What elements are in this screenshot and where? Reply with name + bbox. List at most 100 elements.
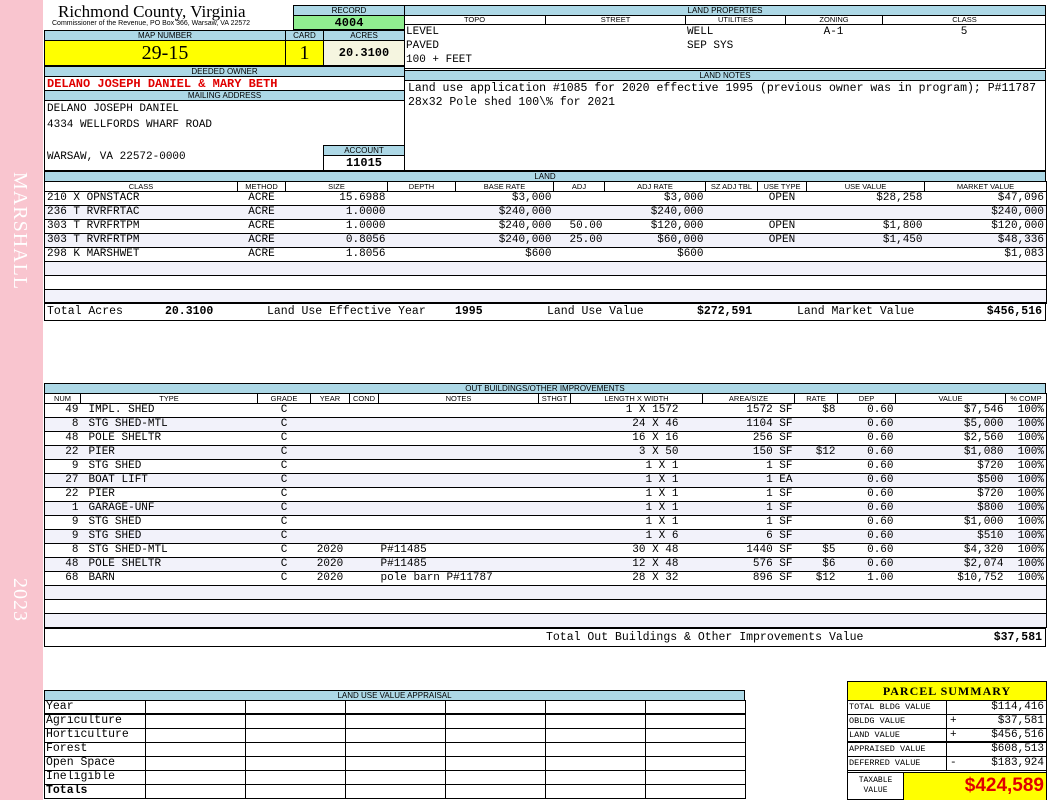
table-cell [378, 515, 539, 530]
land-use-cell [445, 769, 546, 785]
land-use-cell [545, 755, 646, 771]
table-cell [349, 473, 379, 488]
column-header: DEPTH [387, 181, 456, 192]
acres-value: 20.3100 [323, 40, 405, 66]
column-header: USE VALUE [806, 181, 925, 192]
table-cell [349, 599, 379, 614]
land-use-cell [145, 713, 246, 729]
table-cell: $1,450 [806, 233, 925, 248]
land-use-cell [145, 727, 246, 743]
summary-value: $183,924 [991, 757, 1044, 769]
table-cell: 1 SF [702, 459, 795, 474]
table-cell: 0.60 [837, 417, 896, 432]
land-use-cell [345, 727, 446, 743]
table-cell: 3 X 50 [570, 445, 703, 460]
table-cell: $1,000 [895, 515, 1006, 530]
land-market-value: $456,516 [986, 305, 1042, 318]
table-cell [349, 459, 379, 474]
table-cell: $1,080 [895, 445, 1006, 460]
table-cell [285, 275, 388, 290]
table-cell: $240,000 [455, 233, 554, 248]
table-cell: 1.0000 [285, 205, 388, 220]
table-cell: 30 X 48 [570, 543, 703, 558]
land-use-year-value: 1995 [455, 305, 483, 318]
table-cell: 2020 [310, 543, 350, 558]
land-use-cell [445, 727, 546, 743]
table-row: 303 T RVRFRTPM ACRE 0.8056 $240,000 25.00 $60… [44, 233, 1047, 248]
table-cell: 0.60 [837, 445, 896, 460]
table-cell [44, 585, 81, 600]
table-cell [895, 585, 1006, 600]
column-header: GRADE [257, 393, 311, 404]
column-header: USE TYPE [757, 181, 807, 192]
deeded-owner-value: DELANO JOSEPH DANIEL & MARY BETH [44, 76, 405, 91]
table-cell [1005, 613, 1047, 628]
table-cell: POLE SHELTR [80, 557, 258, 572]
table-cell: 2020 [310, 557, 350, 572]
table-cell: BOAT LIFT [80, 473, 258, 488]
table-cell [257, 599, 311, 614]
table-cell: $2,074 [895, 557, 1006, 572]
table-cell: $3,000 [604, 191, 706, 206]
table-cell: 1440 SF [702, 543, 795, 558]
table-cell: 9 [44, 529, 81, 544]
table-cell: 100% [1005, 403, 1047, 418]
table-cell: C [257, 403, 311, 418]
land-totals: Total Acres 20.3100 Land Use Effective Y… [44, 302, 1046, 321]
land-use-cell [645, 713, 746, 729]
table-cell [1005, 599, 1047, 614]
column-header: ADJ RATE [604, 181, 706, 192]
parcel-summary-title: PARCEL SUMMARY [848, 682, 1046, 701]
land-use-row-label: Open Space [44, 755, 146, 771]
land-use-cell [245, 755, 346, 771]
table-cell: C [257, 571, 311, 586]
table-cell: 0.60 [837, 403, 896, 418]
table-cell: 25.00 [553, 233, 605, 248]
table-cell: 303 T RVRFRTPM [44, 233, 238, 248]
column-header: DEP [837, 393, 896, 404]
table-cell: 1 X 1 [570, 501, 703, 516]
page-subtitle: Commissioner of the Revenue, PO Box 366,… [52, 20, 251, 27]
table-cell: 1 SF [702, 515, 795, 530]
outbuildings-table: NUM TYPE GRADE YEAR COND NOTES STHGT LENGTH X W… [44, 393, 1047, 628]
table-cell: STG SHED [80, 529, 258, 544]
land-use-cell [545, 741, 646, 757]
land-use-cell [545, 713, 646, 729]
table-cell [349, 585, 379, 600]
land-properties-col-header: ZONING [785, 15, 882, 25]
land-use-cell [445, 713, 546, 729]
table-cell: C [257, 543, 311, 558]
summary-label: TOTAL BLDG VALUE [849, 701, 947, 714]
table-cell: 1 X 1572 [570, 403, 703, 418]
summary-label: DEFERRED VALUE [849, 757, 947, 770]
blank-row [44, 261, 1047, 276]
table-cell [538, 403, 571, 418]
column-header: SZ ADJ TBL [705, 181, 758, 192]
table-cell [455, 261, 554, 276]
summary-label: OBLDG VALUE [849, 715, 947, 728]
land-use-cell [645, 769, 746, 785]
land-use-row: Year [44, 700, 746, 715]
land-use-cell [345, 741, 446, 757]
land-property-topo: 100 + FEET [406, 54, 473, 66]
land-use-cell [445, 700, 546, 715]
table-cell [702, 613, 795, 628]
table-cell: $48,336 [924, 233, 1047, 248]
column-header: RATE [794, 393, 838, 404]
table-cell: 100% [1005, 543, 1047, 558]
table-cell: 100% [1005, 501, 1047, 516]
table-cell [285, 261, 388, 276]
table-row: 8 STG SHED-MTL C 24 X 46 1104 SF 0.60 $5,000 10… [44, 417, 1047, 432]
table-cell: 22 [44, 487, 81, 502]
table-cell [349, 445, 379, 460]
table-row: 236 T RVRFRTAC ACRE 1.0000 $240,000 $240,000… [44, 205, 1047, 220]
land-properties-col-header: CLASS [882, 15, 1046, 25]
table-cell: 100% [1005, 473, 1047, 488]
address-line: DELANO JOSEPH DANIEL [47, 103, 180, 115]
table-cell: $240,000 [924, 205, 1047, 220]
land-use-cell [345, 769, 446, 785]
table-cell: ACRE [237, 219, 286, 234]
taxable-value: $424,589 [904, 773, 1046, 800]
land-use-cell [645, 783, 746, 799]
parcel-summary: PARCEL SUMMARY TOTAL BLDG VALUE $114,416 O… [847, 681, 1047, 800]
